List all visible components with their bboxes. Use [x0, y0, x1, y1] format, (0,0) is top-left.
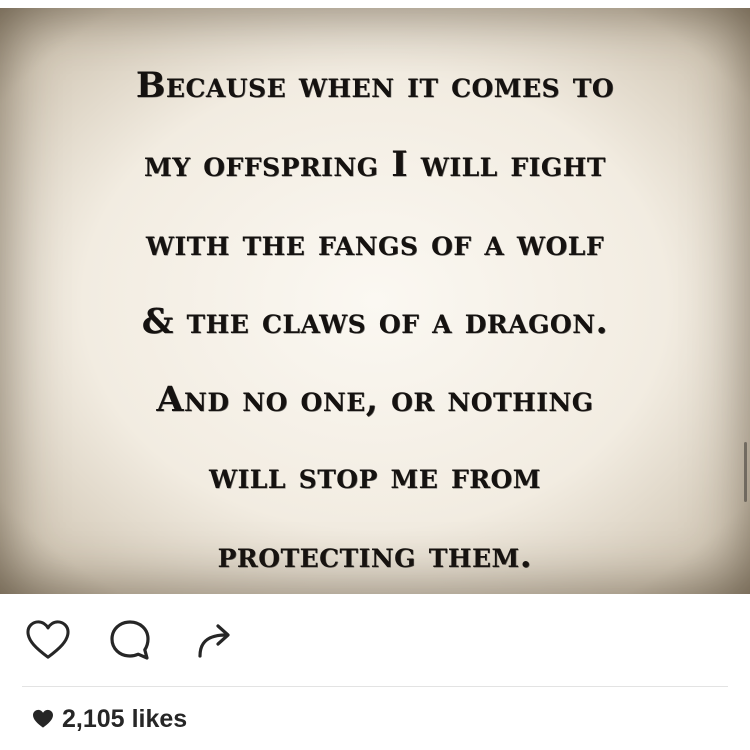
- likes-count[interactable]: 2,105 likes: [32, 702, 187, 736]
- quote-line-4: & the claws of a dragon.: [141, 301, 609, 342]
- comment-button[interactable]: [104, 614, 156, 666]
- post-image[interactable]: Because when it comes to my offspring I …: [0, 8, 750, 594]
- quote-line-3: with the fangs of a wolf: [145, 223, 605, 264]
- likes-label: likes: [131, 704, 188, 733]
- quote-line-1: Because when it comes to: [135, 65, 615, 106]
- scroll-indicator[interactable]: [744, 442, 747, 502]
- comment-bubble-icon: [110, 620, 150, 660]
- share-arrow-icon: [198, 624, 230, 658]
- action-bar: [0, 606, 750, 676]
- quote-line-7: protecting them.: [217, 535, 533, 576]
- likes-number: 2,105: [62, 704, 125, 733]
- heart-filled-icon: [32, 709, 54, 729]
- divider: [22, 686, 728, 687]
- quote-line-6: will stop me from: [209, 456, 541, 497]
- share-button[interactable]: [188, 614, 240, 666]
- quote-line-5: And no one, or nothing: [156, 379, 594, 420]
- like-button[interactable]: [22, 614, 74, 666]
- heart-outline-icon: [26, 620, 70, 659]
- quote-line-2: my offspring I will fight: [144, 144, 606, 185]
